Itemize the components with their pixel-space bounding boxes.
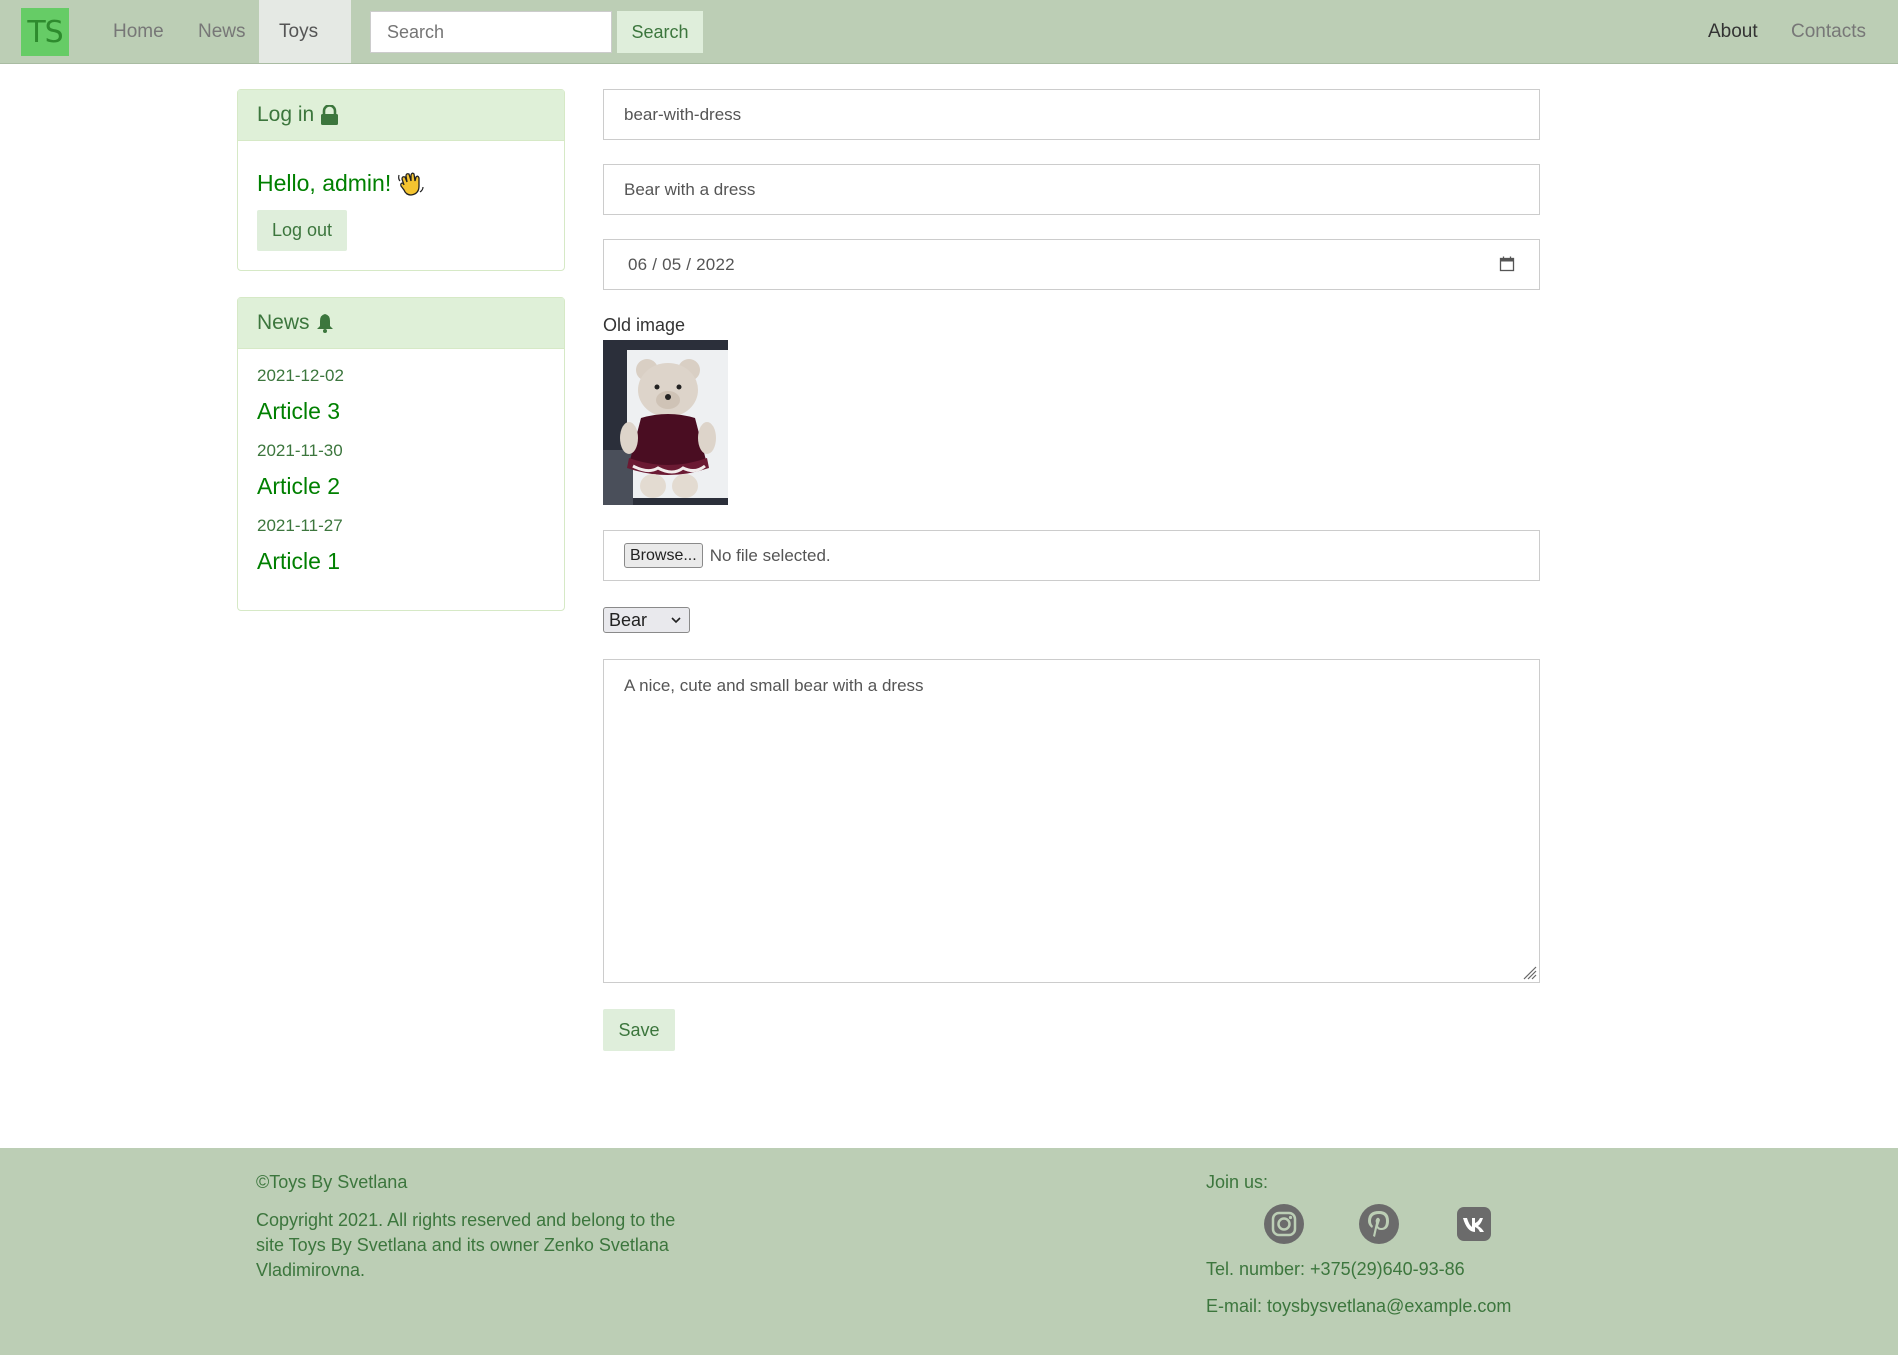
footer-copyright-text: Copyright 2021. All rights reserved and … [256,1210,676,1280]
category-select[interactable]: Bear [603,607,690,633]
name-value: Bear with a dress [624,179,756,199]
description-textarea[interactable]: A nice, cute and small bear with a dress [603,659,1540,983]
resize-handle-icon[interactable] [1521,964,1537,980]
news-date: 2021-12-02 [257,366,344,385]
join-us-label: Join us: [1206,1172,1269,1192]
news-panel: News 2021-12-02 Article 3 2021-11-30 Art… [237,297,565,611]
old-image-label: Old image [603,315,686,335]
login-panel-header: Log in [238,90,564,141]
nav-contacts[interactable]: Contacts [1771,0,1886,63]
pinterest-icon[interactable] [1358,1203,1400,1245]
news-date: 2021-11-30 [257,441,343,460]
waving-hand-icon [398,172,424,196]
save-button[interactable]: Save [603,1009,675,1051]
news-article-link[interactable]: Article 1 [257,538,344,589]
date-field[interactable]: 06 / 05 / 2022 [603,239,1540,290]
old-toy-image [603,340,728,505]
file-status: No file selected. [709,545,831,565]
news-list: 2021-12-02 Article 3 2021-11-30 Article … [257,364,344,589]
date-value: 06 / 05 / 2022 [628,254,735,274]
instagram-icon[interactable] [1263,1203,1305,1245]
slug-value: bear-with-dress [624,104,742,124]
nav-home[interactable]: Home [94,0,183,63]
logout-button[interactable]: Log out [257,210,347,251]
calendar-icon[interactable] [1499,256,1515,272]
news-date: 2021-11-27 [257,516,343,535]
news-panel-header: News [238,298,564,349]
top-navbar: TS Home News Toys Search About Contacts [0,0,1898,98]
login-panel: Log in Hello, admin! Log out [237,89,565,271]
footer-email[interactable]: E-mail: toysbysvetlana@example.com [1206,1296,1511,1317]
slug-field[interactable]: bear-with-dress [603,89,1540,140]
search-button[interactable]: Search [617,11,703,53]
nav-toys-label: Toys [279,21,319,42]
name-field[interactable]: Bear with a dress [603,164,1540,215]
category-value: Bear [609,609,648,630]
greeting-text: Hello, admin! [257,170,392,196]
brand-logo[interactable]: TS [21,8,69,56]
footer-phone: Tel. number: +375(29)640-93-86 [1206,1259,1465,1279]
lock-icon [321,105,339,125]
greeting: Hello, admin! [257,170,424,197]
file-upload-field[interactable]: Browse... No file selected. [603,530,1540,581]
footer: ©Toys By Svetlana Copyright 2021. All ri… [0,1148,1898,1355]
chevron-down-icon [671,617,681,624]
vk-icon[interactable] [1453,1203,1495,1245]
news-panel-title: News [257,311,310,334]
description-value: A nice, cute and small bear with a dress [624,676,924,695]
news-article-link[interactable]: Article 3 [257,388,344,439]
search-input[interactable] [370,11,612,53]
browse-button[interactable]: Browse... [624,543,703,568]
nav-about[interactable]: About [1688,0,1778,63]
footer-copyright-title: ©Toys By Svetlana [256,1172,408,1192]
login-panel-title: Log in [257,103,315,126]
nav-news[interactable]: News [178,0,266,63]
bell-icon [316,314,333,333]
nav-toys-dropdown[interactable]: Toys [259,0,351,98]
news-article-link[interactable]: Article 2 [257,463,344,514]
